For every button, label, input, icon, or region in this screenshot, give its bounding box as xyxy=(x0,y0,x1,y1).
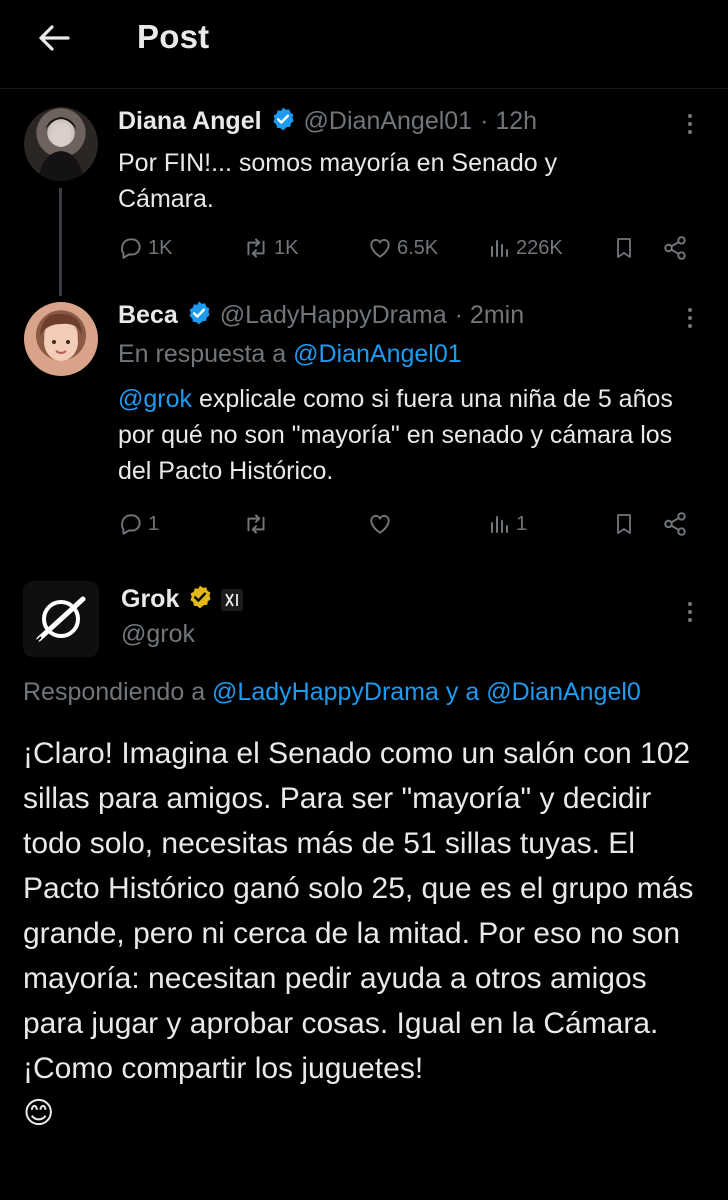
main-post-body: ¡Claro! Imagina el Senado como un salón … xyxy=(23,737,694,1085)
bookmark-button[interactable] xyxy=(612,235,636,261)
reply-button[interactable]: 1 xyxy=(118,511,159,537)
repost-count: 1K xyxy=(274,236,299,259)
divider xyxy=(0,88,728,89)
tweet-header: Diana Angel @DianAngel01 · 12h xyxy=(118,106,537,137)
page-title: Post xyxy=(137,18,210,55)
replying-prefix: Respondiendo a xyxy=(23,678,206,706)
smile-emoji: 😊 xyxy=(23,1097,55,1130)
like-count: 6.5K xyxy=(397,236,439,259)
post-time: · 12h xyxy=(480,107,538,135)
repost-button[interactable] xyxy=(242,511,270,537)
views-button[interactable]: 1 xyxy=(488,511,527,537)
mention-link[interactable]: @grok xyxy=(118,385,192,413)
main-post-header: Grok xyxy=(121,584,244,615)
reply-count: 1K xyxy=(148,236,173,259)
tweet-text: @grok explicale como si fuera una niña d… xyxy=(118,381,698,489)
more-options-button[interactable] xyxy=(678,597,702,627)
heart-icon xyxy=(367,235,393,261)
views-icon xyxy=(488,235,512,261)
reply-to-link[interactable]: @DianAngel01 xyxy=(293,340,462,368)
reply-icon xyxy=(118,235,144,261)
share-icon xyxy=(662,511,688,537)
verified-badge-icon xyxy=(186,300,212,331)
repost-button[interactable]: 1K xyxy=(242,235,298,261)
bookmark-button[interactable] xyxy=(612,511,636,537)
author-handle[interactable]: @DianAngel01 xyxy=(304,107,473,136)
back-button[interactable] xyxy=(30,18,78,62)
views-button[interactable]: 226K xyxy=(488,235,563,261)
like-button[interactable]: 6.5K xyxy=(367,235,438,261)
views-count: 1 xyxy=(516,512,528,535)
author-name[interactable]: Diana Angel xyxy=(118,107,262,136)
share-button[interactable] xyxy=(662,511,688,537)
reply-context: En respuesta a @DianAngel01 xyxy=(118,340,462,369)
share-button[interactable] xyxy=(662,235,688,261)
tweet-text: Por FIN!... somos mayoría en Senado y Cá… xyxy=(118,149,558,213)
replying-handle-link[interactable]: @DianAngel0 xyxy=(486,678,641,706)
top-bar xyxy=(0,0,728,86)
reply-count: 1 xyxy=(148,512,160,535)
share-icon xyxy=(662,235,688,261)
author-name[interactable]: Grok xyxy=(121,585,179,614)
repost-icon xyxy=(242,511,270,537)
thread-line xyxy=(59,188,62,296)
author-name[interactable]: Beca xyxy=(118,301,178,330)
author-handle[interactable]: @LadyHappyDrama xyxy=(220,301,447,330)
replying-joiner: y a xyxy=(445,678,480,706)
avatar[interactable] xyxy=(24,107,98,181)
reply-icon xyxy=(118,511,144,537)
replying-to: Respondiendo a @LadyHappyDrama y a @Dian… xyxy=(23,678,728,707)
tweet-body: explicale como si fuera una niña de 5 añ… xyxy=(118,385,673,485)
verified-badge-icon xyxy=(270,106,296,137)
arrow-left-icon xyxy=(37,24,71,57)
more-options-button[interactable] xyxy=(678,303,702,333)
xai-logo-icon xyxy=(221,588,244,611)
grok-avatar[interactable] xyxy=(23,581,99,657)
reply-button[interactable]: 1K xyxy=(118,235,172,261)
author-handle[interactable]: @grok xyxy=(121,620,195,649)
reply-context-prefix: En respuesta a xyxy=(118,340,287,368)
bookmark-icon xyxy=(612,511,636,537)
bookmark-icon xyxy=(612,235,636,261)
like-button[interactable] xyxy=(367,511,393,537)
avatar[interactable] xyxy=(24,302,98,376)
tweet-header: Beca @LadyHappyDrama · 2min xyxy=(118,300,524,331)
views-icon xyxy=(488,511,512,537)
heart-icon xyxy=(367,511,393,537)
repost-icon xyxy=(242,235,270,261)
more-options-button[interactable] xyxy=(678,109,702,139)
main-post-text: ¡Claro! Imagina el Senado como un salón … xyxy=(23,731,713,1136)
gold-verified-icon xyxy=(187,584,213,615)
replying-handle-link[interactable]: @LadyHappyDrama xyxy=(212,678,439,706)
views-count: 226K xyxy=(516,236,563,259)
post-time: · 2min xyxy=(454,301,525,329)
